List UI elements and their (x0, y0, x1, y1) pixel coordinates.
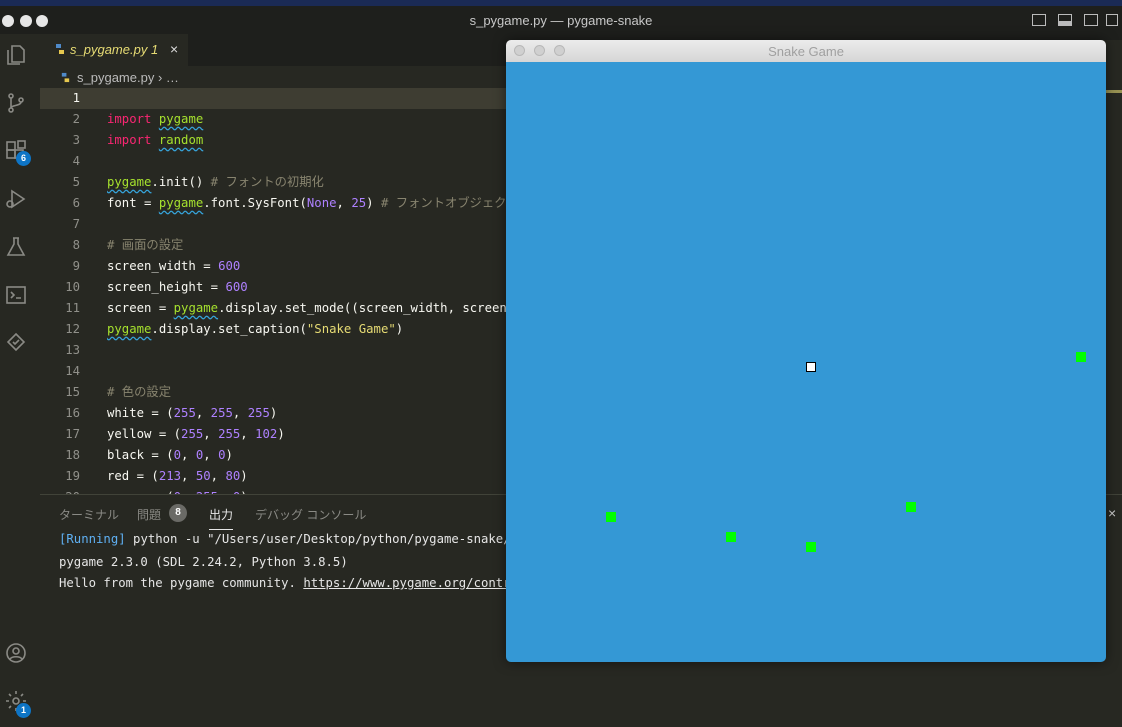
account-icon[interactable] (4, 641, 28, 665)
code-line: 16 white = (255, 255, 255) (65, 406, 278, 420)
code-line: 7 (72, 217, 80, 231)
tab-close-icon[interactable]: × (170, 41, 178, 57)
panel-close-icon[interactable]: × (1108, 505, 1116, 521)
toggle-secondary-sidebar-icon[interactable] (1084, 14, 1098, 26)
remote-explorer-icon[interactable] (4, 331, 28, 355)
activity-bar: 6 1 (0, 34, 40, 726)
problems-count-badge: 8 (169, 504, 187, 522)
code-line: 18 black = (0, 0, 0) (65, 448, 233, 462)
code-line: 14 (65, 364, 80, 378)
snake-game-window[interactable]: Snake Game (506, 40, 1106, 662)
tab-problems[interactable]: 問題 (137, 506, 161, 523)
explorer-icon[interactable] (4, 43, 28, 67)
game-canvas[interactable] (506, 62, 1106, 662)
tab-label: s_pygame.py 1 (70, 42, 159, 57)
breadcrumb-file[interactable]: s_pygame.py (77, 70, 154, 85)
code-line: 5 pygame.init() # フォントの初期化 (72, 175, 324, 189)
output-line: pygame 2.3.0 (SDL 2.24.2, Python 3.8.5) (59, 555, 348, 569)
code-line: 9 screen_width = 600 (72, 259, 241, 273)
code-line: 20green = (0, 255, 0) (40, 487, 510, 494)
output-link[interactable]: https://www.pygame.org/contribu (303, 576, 533, 590)
output-line: Hello from the pygame community. https:/… (59, 576, 533, 590)
tab-output[interactable]: 出力 (209, 506, 234, 530)
code-line: 17 yellow = (255, 255, 102) (65, 427, 285, 441)
game-window-title: Snake Game (768, 44, 844, 59)
code-line: 11 screen = pygame.display.set_mode((scre… (65, 301, 510, 315)
food-item (606, 512, 616, 522)
tab-debug-console[interactable]: デバッグ コンソール (255, 506, 366, 523)
food-item (906, 502, 916, 512)
extensions-badge: 6 (16, 151, 31, 166)
editor-tab-bar: s_pygame.py 1 × (40, 34, 510, 66)
code-line: 15 # 色の設定 (65, 385, 171, 399)
breadcrumb[interactable]: s_pygame.py › … (77, 70, 179, 85)
food-item (1076, 352, 1086, 362)
toggle-sidebar-icon[interactable] (1032, 14, 1046, 26)
code-line: 19 red = (213, 50, 80) (65, 469, 248, 483)
game-window-titlebar: Snake Game (506, 40, 1106, 63)
toggle-panel-icon[interactable] (1058, 14, 1072, 26)
overview-ruler-mark (1106, 90, 1122, 93)
customize-layout-icon[interactable] (1106, 14, 1118, 26)
source-control-icon[interactable] (4, 91, 28, 115)
tab-s-pygame[interactable]: s_pygame.py 1 × (40, 34, 188, 66)
run-debug-icon[interactable] (4, 187, 28, 211)
python-file-icon (61, 72, 70, 83)
code-line: 4 (72, 154, 80, 168)
code-line: 2 import pygame (72, 112, 204, 126)
code-editor[interactable]: 1 2 import pygame 3 import random 4 5 pygam… (40, 88, 510, 494)
code-line: 13 (65, 343, 80, 357)
snake-head (806, 362, 816, 372)
code-line: 12 pygame.display.set_caption("Snake Game… (65, 322, 404, 336)
food-item (726, 532, 736, 542)
food-item (806, 542, 816, 552)
python-file-icon (56, 44, 64, 54)
breadcrumb-more[interactable]: › … (158, 70, 179, 85)
tab-problem-count: 1 (150, 42, 159, 57)
tab-terminal[interactable]: ターミナル (59, 506, 119, 523)
testing-icon[interactable] (4, 235, 28, 259)
settings-badge: 1 (16, 703, 31, 718)
code-line: 1 (40, 88, 510, 109)
code-line: 3 import random (72, 133, 204, 147)
code-line: 6 font = pygame.font.SysFont(None, 25) # … (72, 196, 510, 210)
terminal-icon[interactable] (4, 283, 28, 307)
output-line: [Running] python -u "/Users/user/Desktop… (59, 532, 533, 546)
code-line: 8 # 画面の設定 (72, 238, 184, 252)
window-title: s_pygame.py — pygame-snake (469, 13, 653, 28)
code-line: 10 screen_height = 600 (65, 280, 248, 294)
